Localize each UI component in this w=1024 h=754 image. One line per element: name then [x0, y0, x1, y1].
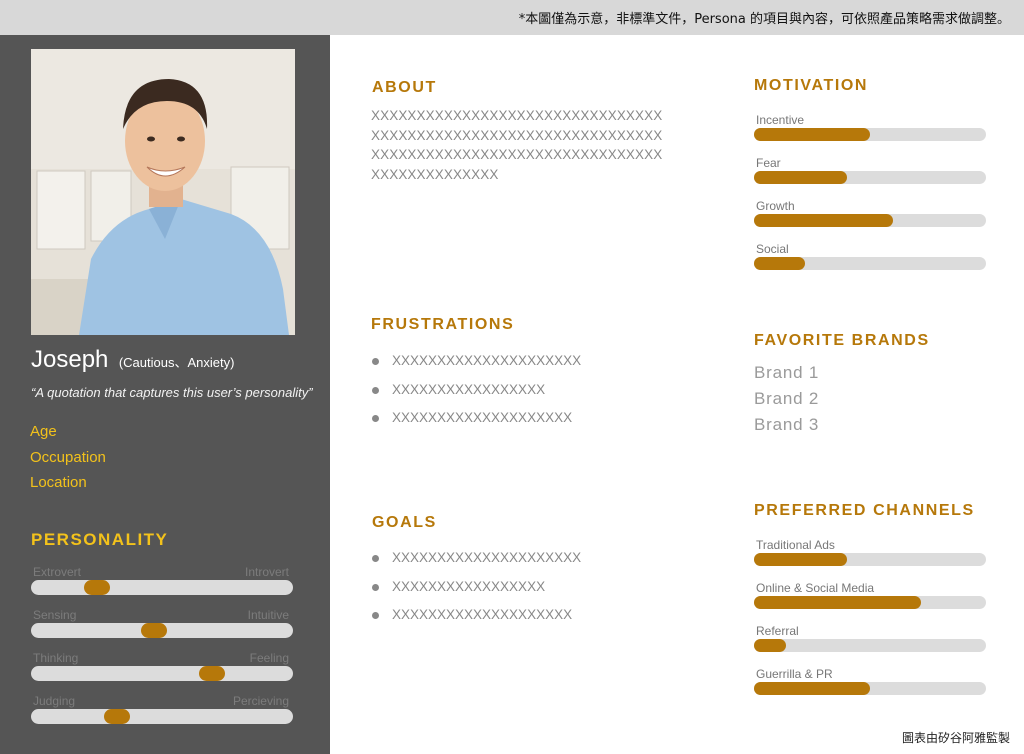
about-line: XXXXXXXXXXXXXXXXXXXXXXXXXXXXXXXX — [371, 108, 663, 123]
meter-label: Incentive — [756, 113, 805, 127]
goals-title: GOALS — [372, 514, 437, 531]
channel-meter: Referral — [754, 624, 986, 667]
meter-fill — [754, 257, 806, 270]
disclaimer-note: *本圖僅為示意，非標準文件，Persona 的項目與內容，可依照產品策略需求做調… — [518, 12, 1010, 27]
top-note-bar: *本圖僅為示意，非標準文件，Persona 的項目與內容，可依照產品策略需求做調… — [0, 0, 1024, 35]
scale-left-label: Judging — [33, 694, 76, 708]
meter-fill — [754, 128, 870, 141]
persona-name: Joseph — [31, 346, 109, 373]
meter-label: Traditional Ads — [756, 538, 835, 552]
about-line: XXXXXXXXXXXXXXXXXXXXXXXXXXXXXXXX — [371, 127, 663, 143]
motivation-meter: Growth — [754, 199, 986, 242]
about-line: XXXXXXXXXXXXXX — [371, 166, 499, 182]
channels-title: PREFERRED CHANNELS — [754, 502, 975, 519]
list-item: XXXXXXXXXXXXXXXXXXXX — [371, 409, 581, 438]
meter-label: Referral — [756, 624, 799, 638]
scale-right-label: Introvert — [244, 565, 289, 579]
scale-knob — [104, 709, 130, 724]
motivation-meter: Incentive — [754, 113, 986, 156]
motivation-meter: Fear — [754, 156, 986, 199]
fact-occupation: Occupation — [30, 448, 106, 466]
meter-track — [754, 639, 986, 652]
scale-left-label: Sensing — [33, 608, 77, 622]
brands-list: Brand 1 Brand 2 Brand 3 — [754, 362, 819, 440]
about-title: ABOUT — [372, 79, 437, 96]
channel-meter: Traditional Ads — [754, 538, 986, 581]
scale-knob — [84, 580, 110, 595]
meter-track — [754, 214, 986, 227]
list-item: XXXXXXXXXXXXXXXXXXXXX — [371, 549, 581, 578]
scale-knob — [199, 666, 225, 681]
persona-traits: (Cautious、Anxiety) — [118, 355, 235, 370]
brand-item: Brand 1 — [754, 363, 820, 382]
meter-label: Fear — [756, 156, 781, 170]
fact-age: Age — [30, 423, 57, 440]
scale-left-label: Thinking — [33, 651, 79, 665]
personality-scale: Thinking Feeling — [31, 651, 293, 685]
personality-scale: Judging Percieving — [31, 694, 293, 728]
meter-track — [754, 596, 986, 609]
persona-quote: “A quotation that captures this user’s p… — [31, 385, 313, 400]
meter-fill — [754, 596, 922, 609]
about-line: XXXXXXXXXXXXXXXXXXXXXXXXXXXXXXXX — [371, 147, 663, 162]
personality-title: PERSONALITY — [31, 530, 169, 549]
scale-left-label: Extrovert — [33, 565, 82, 579]
brand-item: Brand 2 — [754, 389, 820, 408]
meter-label: Online & Social Media — [756, 581, 875, 595]
persona-facts: Age Occupation Location — [30, 423, 106, 500]
meter-fill — [754, 553, 847, 566]
goals-list: XXXXXXXXXXXXXXXXXXXXX XXXXXXXXXXXXXXXXX … — [371, 549, 581, 635]
meter-track — [754, 553, 986, 566]
list-item: XXXXXXXXXXXXXXXXX — [371, 578, 581, 607]
motivation-title: MOTIVATION — [754, 77, 869, 94]
frustrations-title: FRUSTRATIONS — [371, 316, 515, 333]
scale-track — [31, 709, 293, 724]
brands-title: FAVORITE BRANDS — [754, 332, 930, 349]
channel-meter: Online & Social Media — [754, 581, 986, 624]
meter-fill — [754, 639, 787, 652]
scale-right-label: Percieving — [232, 694, 289, 708]
meter-track — [754, 128, 986, 141]
meter-track — [754, 171, 986, 184]
scale-right-label: Intuitive — [247, 608, 289, 622]
scale-track — [31, 666, 293, 681]
meter-track — [754, 257, 986, 270]
profile-sidebar: Joseph (Cautious、Anxiety) “A quotation t… — [0, 35, 330, 754]
list-item: XXXXXXXXXXXXXXXXXXXXX — [371, 352, 581, 381]
motivation-meter: Social — [754, 242, 986, 285]
fact-location: Location — [30, 474, 87, 491]
motivation-meters: Incentive Fear Growth Social — [754, 113, 986, 285]
channel-meters: Traditional Ads Online & Social Media Re… — [754, 538, 986, 710]
meter-label: Guerrilla & PR — [756, 667, 833, 681]
list-item: XXXXXXXXXXXXXXXXX — [371, 381, 581, 410]
meter-label: Social — [756, 242, 789, 256]
meter-fill — [754, 171, 847, 184]
list-item: XXXXXXXXXXXXXXXXXXXX — [371, 606, 581, 635]
meter-fill — [754, 214, 894, 227]
personality-scale: Sensing Intuitive — [31, 608, 293, 642]
persona-name-line: Joseph (Cautious、Anxiety) — [31, 346, 234, 374]
personality-scale: Extrovert Introvert — [31, 565, 293, 599]
footer-credit: 圖表由矽谷阿雅監製 — [901, 731, 1010, 745]
about-text: XXXXXXXXXXXXXXXXXXXXXXXXXXXXXXXX XXXXXXX… — [371, 106, 671, 184]
brand-item: Brand 3 — [754, 415, 820, 434]
scale-knob — [141, 623, 167, 638]
persona-photo — [31, 49, 295, 335]
scale-track — [31, 580, 293, 595]
meter-fill — [754, 682, 870, 695]
channel-meter: Guerrilla & PR — [754, 667, 986, 710]
frustrations-list: XXXXXXXXXXXXXXXXXXXXX XXXXXXXXXXXXXXXXX … — [371, 352, 581, 438]
meter-label: Growth — [756, 199, 795, 213]
scale-right-label: Feeling — [249, 651, 289, 665]
meter-track — [754, 682, 986, 695]
